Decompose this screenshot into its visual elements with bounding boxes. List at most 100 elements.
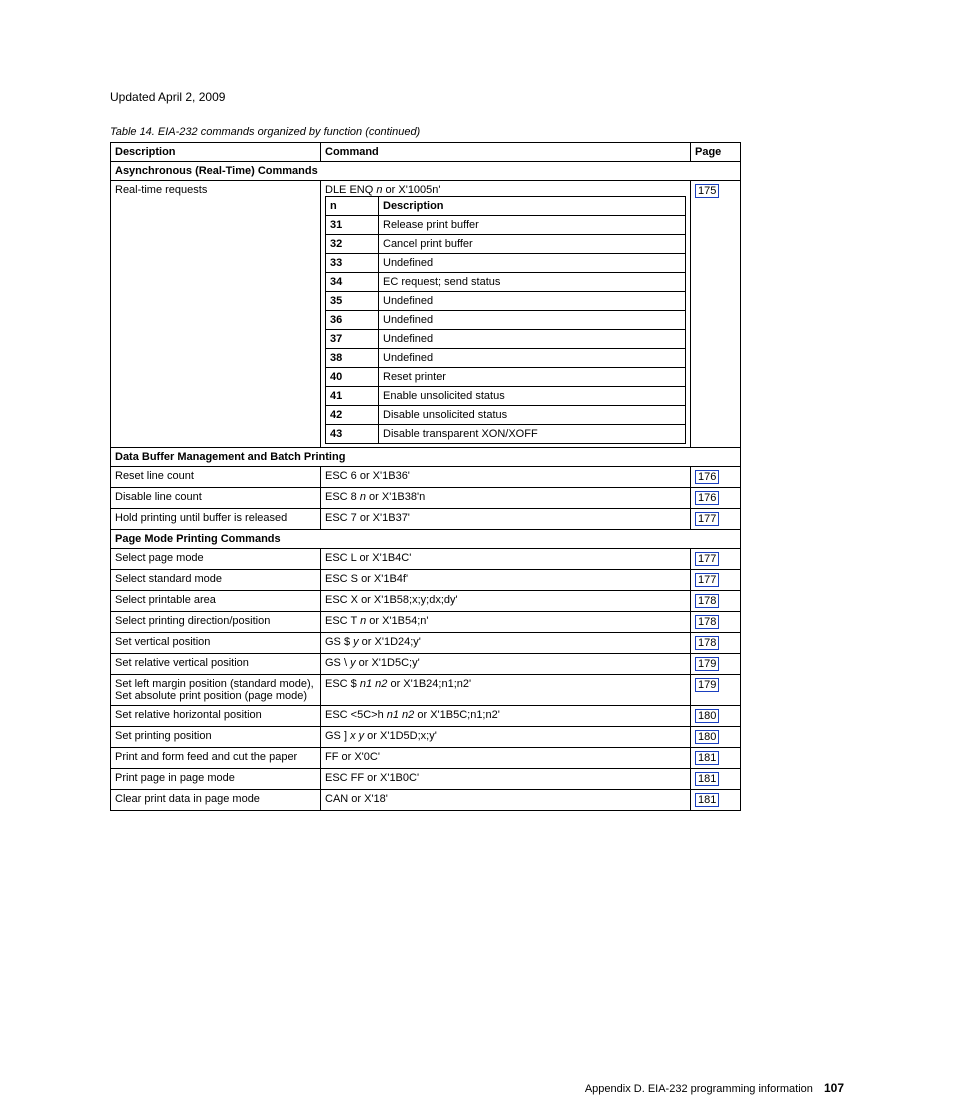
page-link[interactable]: 179 — [695, 678, 719, 692]
realtime-desc: Real-time requests — [111, 181, 321, 448]
rt-d: Undefined — [379, 349, 686, 368]
cell-cmd: ESC 8 n or X'1B38'n — [321, 488, 691, 509]
cell-cmd: ESC 6 or X'1B36' — [321, 467, 691, 488]
rt-n: 43 — [326, 425, 379, 444]
rt-d: Undefined — [379, 254, 686, 273]
section-buffer-label: Data Buffer Management and Batch Printin… — [111, 448, 741, 467]
page-link[interactable]: 178 — [695, 594, 719, 608]
rt-n: 41 — [326, 387, 379, 406]
th-command: Command — [321, 143, 691, 162]
realtime-page: 175 — [691, 181, 741, 448]
cell-cmd: ESC 7 or X'1B37' — [321, 509, 691, 530]
cell-cmd: ESC L or X'1B4C' — [321, 549, 691, 570]
commands-table: Description Command Page Asynchronous (R… — [110, 142, 741, 811]
cell-desc: Select printing direction/position — [111, 612, 321, 633]
cell-page: 179 — [691, 654, 741, 675]
section-pagemode-label: Page Mode Printing Commands — [111, 530, 741, 549]
table-row: Reset line countESC 6 or X'1B36'176 — [111, 467, 741, 488]
rt-n: 34 — [326, 273, 379, 292]
page-link[interactable]: 181 — [695, 751, 719, 765]
table-row: Select printable areaESC X or X'1B58;x;y… — [111, 591, 741, 612]
footer-text: Appendix D. EIA-232 programming informat… — [585, 1083, 813, 1095]
footer-page-number: 107 — [824, 1081, 844, 1095]
rt-d: Cancel print buffer — [379, 235, 686, 254]
cell-page: 181 — [691, 790, 741, 811]
rt-d: Release print buffer — [379, 216, 686, 235]
cell-page: 178 — [691, 612, 741, 633]
page-link[interactable]: 177 — [695, 552, 719, 566]
rt-d: EC request; send status — [379, 273, 686, 292]
page-link[interactable]: 176 — [695, 470, 719, 484]
rt-d: Reset printer — [379, 368, 686, 387]
cell-cmd: CAN or X'18' — [321, 790, 691, 811]
cell-cmd: ESC $ n1 n2 or X'1B24;n1;n2' — [321, 675, 691, 706]
page-link[interactable]: 181 — [695, 772, 719, 786]
rt-prefix: DLE ENQ — [325, 184, 376, 196]
updated-date: Updated April 2, 2009 — [110, 90, 844, 104]
rt-n: 31 — [326, 216, 379, 235]
rt-n: 38 — [326, 349, 379, 368]
cell-desc: Set left margin position (standard mode)… — [111, 675, 321, 706]
cell-page: 176 — [691, 488, 741, 509]
cell-page: 177 — [691, 509, 741, 530]
section-async-label: Asynchronous (Real-Time) Commands — [111, 162, 741, 181]
rt-d: Undefined — [379, 311, 686, 330]
table-row: Set relative horizontal positionESC <5C>… — [111, 706, 741, 727]
cell-page: 177 — [691, 549, 741, 570]
rt-d: Disable unsolicited status — [379, 406, 686, 425]
cell-desc: Set relative horizontal position — [111, 706, 321, 727]
realtime-row: Real-time requests DLE ENQ n or X'1005n'… — [111, 181, 741, 448]
table-row: Print page in page modeESC FF or X'1B0C'… — [111, 769, 741, 790]
realtime-nested: n Description 31Release print buffer 32C… — [325, 196, 686, 444]
cell-cmd: GS ] x y or X'1D5D;x;y' — [321, 727, 691, 748]
table-row: Set relative vertical positionGS \ y or … — [111, 654, 741, 675]
cell-page: 181 — [691, 748, 741, 769]
rt-n: 40 — [326, 368, 379, 387]
page-link[interactable]: 177 — [695, 573, 719, 587]
table-row: Set left margin position (standard mode)… — [111, 675, 741, 706]
page-link[interactable]: 180 — [695, 709, 719, 723]
cell-page: 177 — [691, 570, 741, 591]
page-link[interactable]: 177 — [695, 512, 719, 526]
cell-desc: Disable line count — [111, 488, 321, 509]
cell-desc: Select printable area — [111, 591, 321, 612]
section-buffer: Data Buffer Management and Batch Printin… — [111, 448, 741, 467]
table-row: Set vertical positionGS $ y or X'1D24;y'… — [111, 633, 741, 654]
cell-desc: Select page mode — [111, 549, 321, 570]
rt-n: 32 — [326, 235, 379, 254]
page-link[interactable]: 178 — [695, 636, 719, 650]
cell-page: 178 — [691, 633, 741, 654]
cell-desc: Set vertical position — [111, 633, 321, 654]
page-link[interactable]: 176 — [695, 491, 719, 505]
table-row: Select standard modeESC S or X'1B4f'177 — [111, 570, 741, 591]
page-link[interactable]: 180 — [695, 730, 719, 744]
page-link[interactable]: 181 — [695, 793, 719, 807]
cell-cmd: ESC T n or X'1B54;n' — [321, 612, 691, 633]
rt-d: Disable transparent XON/XOFF — [379, 425, 686, 444]
rt-n: 35 — [326, 292, 379, 311]
cell-cmd: ESC X or X'1B58;x;y;dx;dy' — [321, 591, 691, 612]
table-row: Select printing direction/positionESC T … — [111, 612, 741, 633]
cell-cmd: GS \ y or X'1D5C;y' — [321, 654, 691, 675]
rt-d: Undefined — [379, 292, 686, 311]
page-link[interactable]: 179 — [695, 657, 719, 671]
cell-page: 179 — [691, 675, 741, 706]
table-row: Print and form feed and cut the paperFF … — [111, 748, 741, 769]
page-link[interactable]: 178 — [695, 615, 719, 629]
page-link[interactable]: 175 — [695, 184, 719, 198]
cell-page: 178 — [691, 591, 741, 612]
cell-cmd: FF or X'0C' — [321, 748, 691, 769]
cell-cmd: GS $ y or X'1D24;y' — [321, 633, 691, 654]
table-row: Disable line countESC 8 n or X'1B38'n 176 — [111, 488, 741, 509]
table-row: Set printing positionGS ] x y or X'1D5D;… — [111, 727, 741, 748]
rt-n: 36 — [326, 311, 379, 330]
cell-page: 180 — [691, 727, 741, 748]
cell-desc: Select standard mode — [111, 570, 321, 591]
rt-n-head: n — [326, 197, 379, 216]
cell-cmd: ESC FF or X'1B0C' — [321, 769, 691, 790]
table-row: Hold printing until buffer is releasedES… — [111, 509, 741, 530]
section-pagemode: Page Mode Printing Commands — [111, 530, 741, 549]
cell-page: 180 — [691, 706, 741, 727]
cell-cmd: ESC <5C>h n1 n2 or X'1B5C;n1;n2' — [321, 706, 691, 727]
cell-desc: Set relative vertical position — [111, 654, 321, 675]
